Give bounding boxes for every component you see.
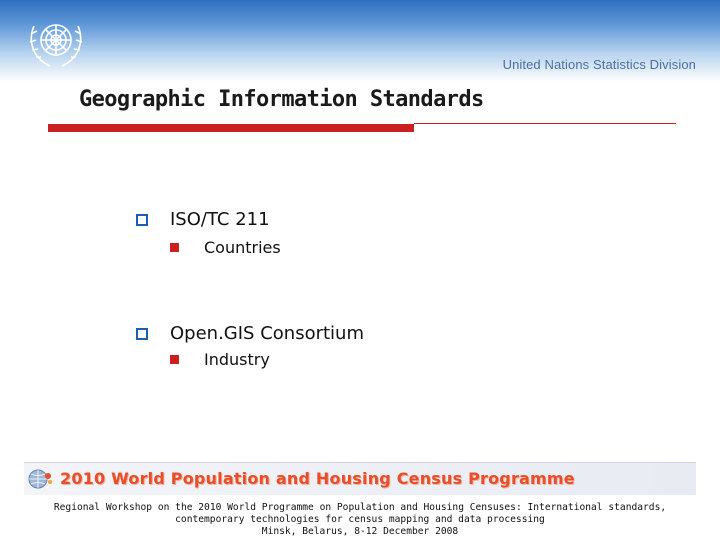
sub-bullet-label: Countries [204,237,281,257]
footer-line-1: Regional Workshop on the 2010 World Prog… [53,502,667,513]
census-programme-title: 2010 World Population and Housing Census… [60,469,575,488]
sub-bullet-label: Industry [204,349,270,369]
slide-title: Geographic Information Standards [79,87,484,112]
bullet-label: Open.GIS Consortium [170,322,364,344]
title-underline [48,124,414,132]
footer-line-3: Minsk, Belarus, 8-12 December 2008 [261,526,459,537]
square-bullet-icon [170,354,179,364]
footer-caption: Regional Workshop on the 2010 World Prog… [0,502,720,538]
header-band: United Nations Statistics Division [0,0,720,82]
footer-line-2: contemporary technologies for census map… [175,514,545,525]
globe-icon [28,469,52,489]
sub-bullet-item-industry: Industry [170,348,270,370]
organization-name: United Nations Statistics Division [502,57,696,72]
checkbox-bullet-icon [136,328,148,340]
bullet-label: ISO/TC 211 [170,208,270,230]
checkbox-bullet-icon [136,214,148,226]
un-emblem-icon [29,24,83,67]
bullet-item-iso: ISO/TC 211 [136,206,270,232]
title-underline-thin [414,123,676,124]
bullet-item-opengis: Open.GIS Consortium [136,320,364,346]
census-programme-banner: 2010 World Population and Housing Census… [24,462,696,495]
square-bullet-icon [170,242,179,252]
sub-bullet-item-countries: Countries [170,236,281,258]
